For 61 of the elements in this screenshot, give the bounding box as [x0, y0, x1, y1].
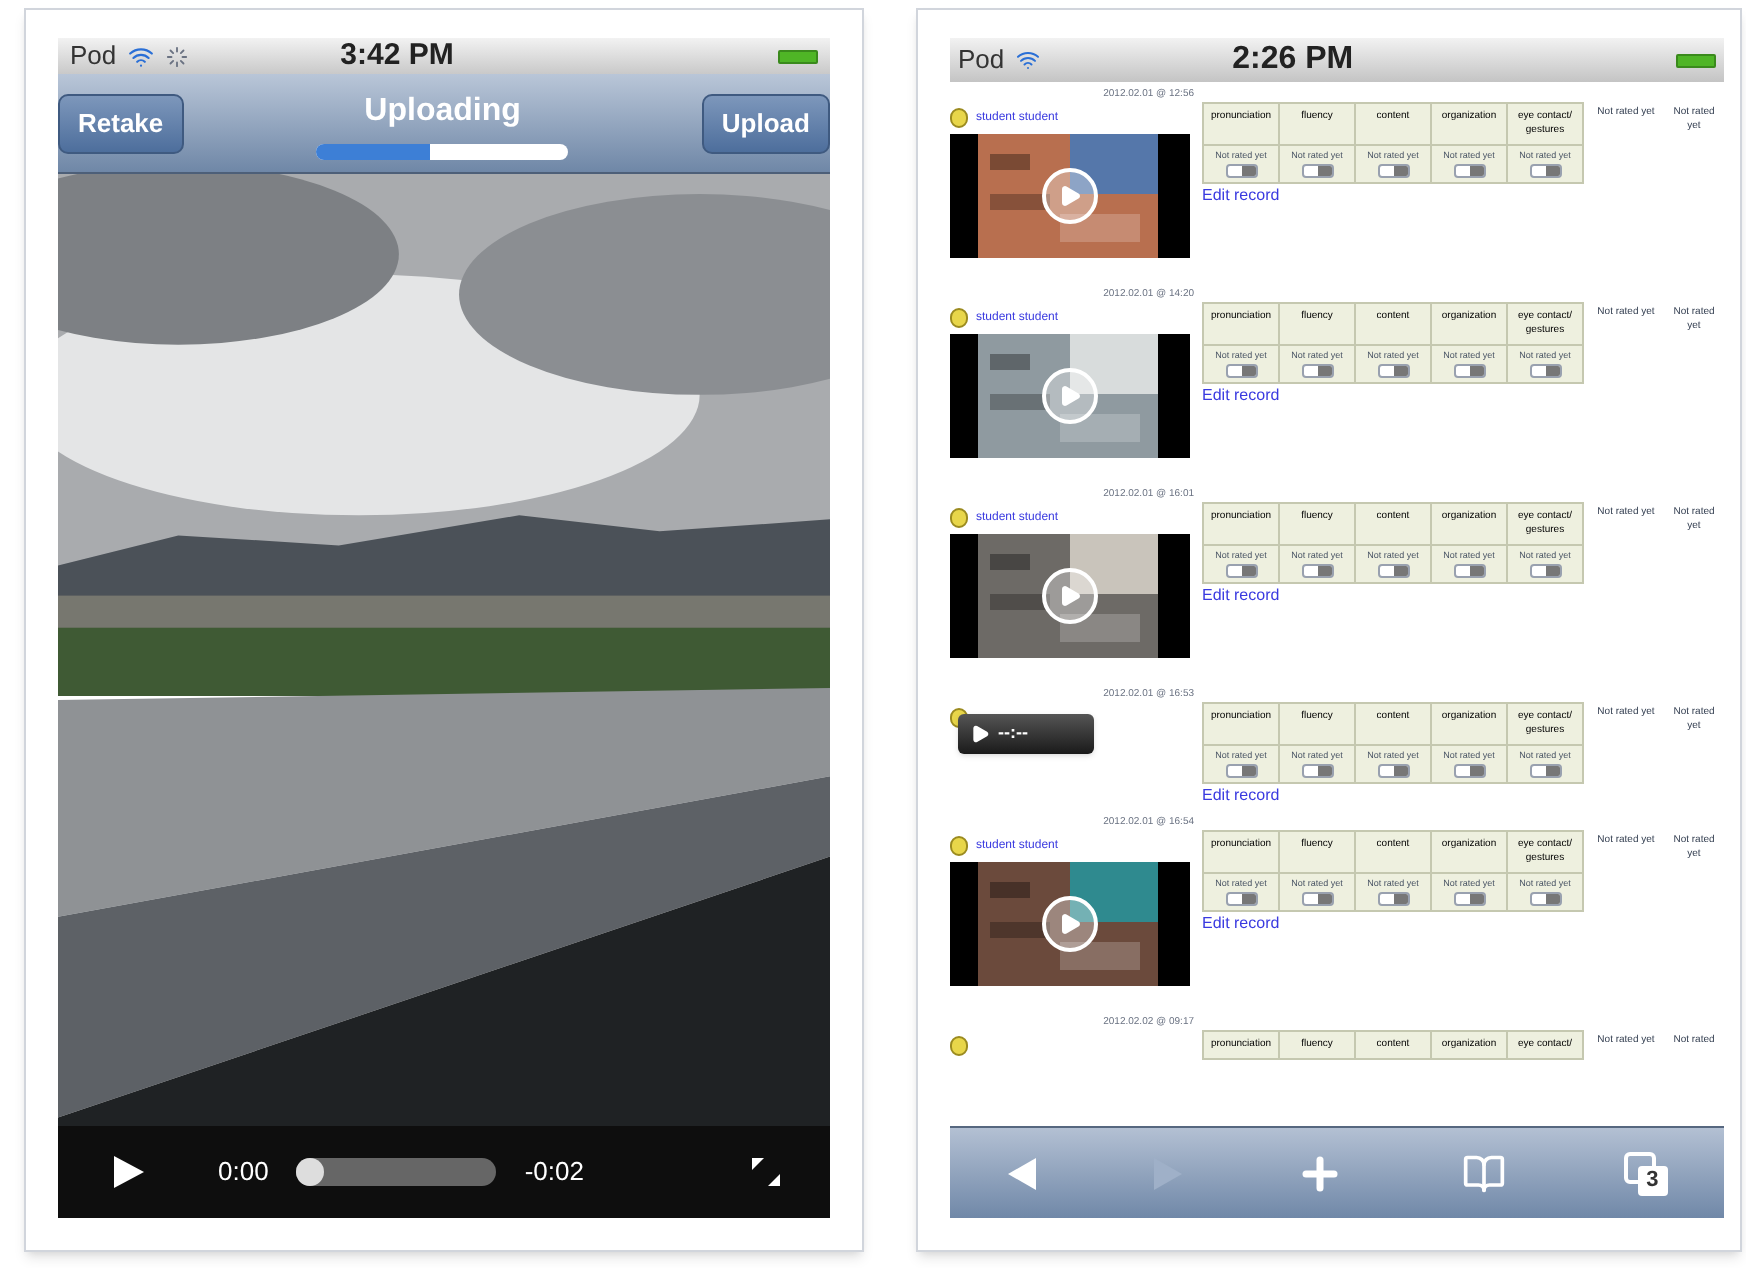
- status-time: 3:42 PM: [340, 35, 454, 76]
- play-icon: [1058, 912, 1082, 936]
- edit-record-link[interactable]: Edit record: [1202, 912, 1584, 934]
- rating-toggle[interactable]: [1301, 892, 1333, 906]
- wifi-icon: [128, 43, 155, 69]
- rating-toggle[interactable]: [1453, 892, 1485, 906]
- scrubber-track[interactable]: [296, 1158, 497, 1186]
- rating-toggle[interactable]: [1301, 364, 1333, 378]
- audio-player[interactable]: --:--: [958, 714, 1094, 754]
- edit-record-link[interactable]: Edit record: [1202, 184, 1584, 206]
- avatar-icon: [950, 1036, 968, 1056]
- rating-toggle[interactable]: [1529, 892, 1561, 906]
- rating-toggle[interactable]: [1453, 164, 1485, 178]
- uploading-title: Uploading: [364, 91, 521, 131]
- retake-button[interactable]: Retake: [58, 93, 184, 153]
- rating-toggle[interactable]: [1301, 564, 1333, 578]
- edit-record-link[interactable]: Edit record: [1202, 584, 1584, 606]
- rating-toggle[interactable]: [1529, 164, 1561, 178]
- upload-button[interactable]: Upload: [701, 93, 830, 153]
- audio-time: --:--: [998, 720, 1028, 747]
- avatar-icon: [950, 836, 968, 856]
- rating-toggle[interactable]: [1301, 764, 1333, 778]
- play-icon: [108, 1152, 148, 1192]
- rating-toggle[interactable]: [1225, 364, 1257, 378]
- rating-toggle[interactable]: [1453, 364, 1485, 378]
- play-button[interactable]: [1042, 896, 1098, 952]
- rating-toggle[interactable]: [1453, 764, 1485, 778]
- rating-toggle[interactable]: [1529, 364, 1561, 378]
- carrier-label: Pod: [958, 42, 1005, 79]
- rating-toggle[interactable]: [1225, 764, 1257, 778]
- avatar-icon: [950, 108, 968, 128]
- rating-toggle[interactable]: [1377, 892, 1409, 906]
- activity-icon: [166, 45, 189, 67]
- play-icon: [1058, 184, 1082, 208]
- edit-record-link[interactable]: Edit record: [1202, 384, 1584, 406]
- avatar-icon: [950, 308, 968, 328]
- fullscreen-icon[interactable]: [750, 1156, 782, 1188]
- rating-toggle[interactable]: [1225, 564, 1257, 578]
- play-icon: [1058, 384, 1082, 408]
- remaining-time: -0:02: [524, 1154, 584, 1191]
- scrubber-thumb[interactable]: [296, 1158, 325, 1186]
- back-icon[interactable]: [1006, 1155, 1039, 1191]
- avatar-icon: [950, 508, 968, 528]
- rating-toggle[interactable]: [1377, 564, 1409, 578]
- rating-toggle[interactable]: [1225, 164, 1257, 178]
- rating-toggle[interactable]: [1377, 364, 1409, 378]
- status-time: 2:26 PM: [1232, 40, 1354, 80]
- play-icon: [1058, 584, 1082, 608]
- play-icon: [970, 724, 990, 744]
- rating-toggle[interactable]: [1301, 164, 1333, 178]
- battery-icon: [778, 49, 818, 63]
- rating-toggle[interactable]: [1529, 564, 1561, 578]
- rating-toggle[interactable]: [1377, 764, 1409, 778]
- rating-toggle[interactable]: [1529, 764, 1561, 778]
- rating-toggle[interactable]: [1225, 892, 1257, 906]
- elapsed-time: 0:00: [218, 1154, 269, 1191]
- edit-record-link[interactable]: Edit record: [1202, 784, 1584, 806]
- rating-toggle[interactable]: [1377, 164, 1409, 178]
- battery-icon: [1676, 53, 1716, 67]
- rating-toggle[interactable]: [1453, 564, 1485, 578]
- carrier-label: Pod: [70, 38, 117, 75]
